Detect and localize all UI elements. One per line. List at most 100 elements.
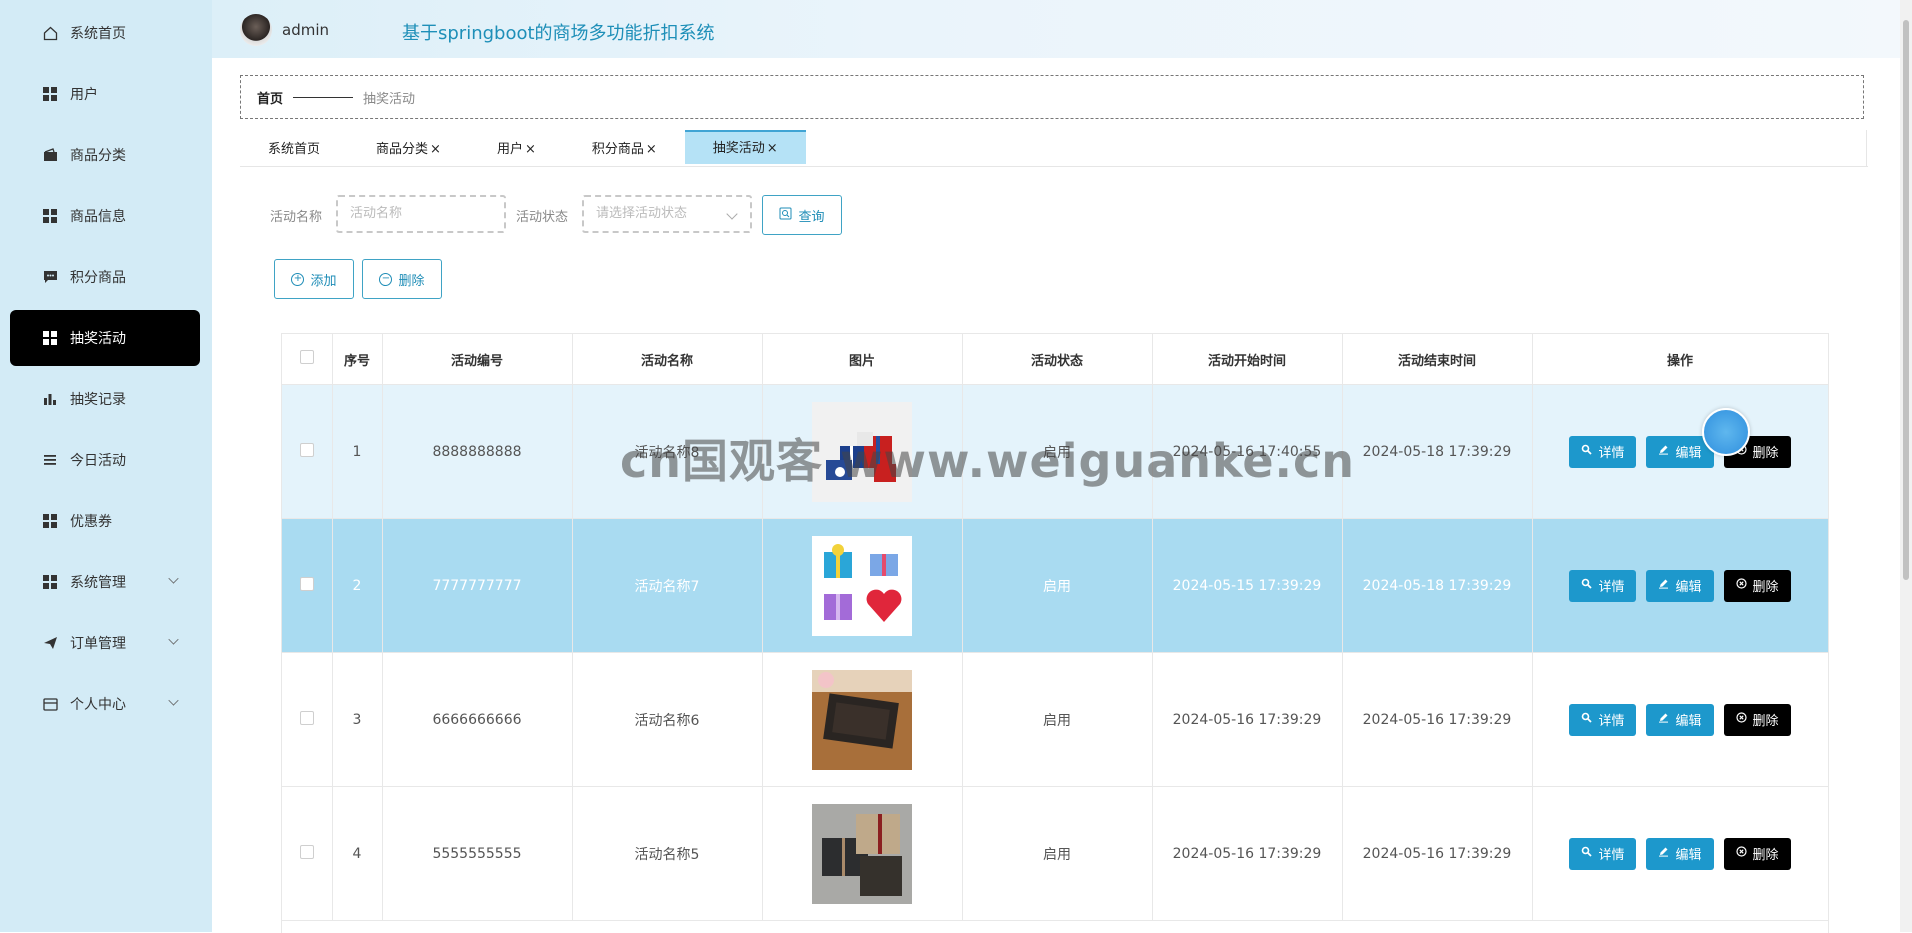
breadcrumb-separator xyxy=(293,96,354,98)
floating-assist-button[interactable] xyxy=(1702,408,1750,456)
tab-bar-edge xyxy=(1866,130,1867,166)
tab-3[interactable]: 用户 × xyxy=(469,130,564,166)
activity-image[interactable] xyxy=(812,803,912,904)
delete-button-label: 删除 xyxy=(398,273,425,289)
sidebar-item-5[interactable]: 积分商品 xyxy=(10,249,200,305)
query-button-label: 查询 xyxy=(798,209,825,225)
column-header: 活动状态 xyxy=(962,334,1153,385)
close-circle-icon xyxy=(1735,578,1747,593)
sidebar-item-label: 商品分类 xyxy=(70,148,126,164)
close-icon[interactable]: × xyxy=(430,142,441,157)
edit-button-label: 编辑 xyxy=(1675,714,1702,729)
sidebar-item-4[interactable]: 商品信息 xyxy=(10,188,200,244)
site-title: 基于springboot的商场多功能折扣系统 xyxy=(402,23,715,44)
edit-button[interactable]: 编辑 xyxy=(1646,837,1714,870)
sidebar-item-10[interactable]: 系统管理 xyxy=(10,554,200,610)
delete-button[interactable]: − 删除 xyxy=(362,259,442,299)
close-circle-icon xyxy=(1735,846,1747,861)
edit-button[interactable]: 编辑 xyxy=(1646,703,1714,736)
row-actions: 详情 编辑 删除 xyxy=(1532,384,1828,519)
row-checkbox[interactable] xyxy=(299,844,314,859)
chevron-down-icon xyxy=(168,695,179,706)
sidebar-item-1[interactable]: 系统首页 xyxy=(10,5,200,61)
sidebar-item-label: 抽奖记录 xyxy=(70,392,126,408)
bar-chart-icon xyxy=(42,391,58,407)
delete-row-button-label: 删除 xyxy=(1752,848,1779,863)
close-icon[interactable]: × xyxy=(646,142,657,157)
sidebar-item-label: 优惠券 xyxy=(70,514,112,530)
tab-label: 系统首页 xyxy=(268,142,321,157)
table-row[interactable]: 3 6666666666 活动名称6 启用 2024-05-16 17:39:29 20… xyxy=(282,652,1828,787)
activity-image[interactable] xyxy=(812,535,912,636)
card-icon xyxy=(42,696,58,712)
row-actions: 详情 编辑 删除 xyxy=(1532,652,1828,787)
sidebar-item-6[interactable]: 抽奖活动 xyxy=(10,310,200,366)
edit-button[interactable]: 编辑 xyxy=(1646,569,1714,602)
tab-2[interactable]: 商品分类 × xyxy=(348,130,469,166)
table-row[interactable]: 2 7777777777 活动名称7 启用 2024-05-15 17:39:29 20… xyxy=(282,518,1828,653)
activity-status-select[interactable]: 请选择活动状态 xyxy=(582,195,752,233)
sidebar-item-12[interactable]: 个人中心 xyxy=(10,676,200,732)
activity-name-input[interactable]: 活动名称 xyxy=(336,195,506,233)
activity-end-time: 2024-05-16 17:39:29 xyxy=(1342,652,1533,787)
delete-row-button[interactable]: 删除 xyxy=(1723,703,1791,736)
avatar[interactable] xyxy=(240,14,272,46)
minus-circle-icon: − xyxy=(379,272,393,286)
detail-button-label: 详情 xyxy=(1598,446,1625,461)
page-scrollbar[interactable] xyxy=(1900,0,1912,932)
activity-start-time: 2024-05-16 17:39:29 xyxy=(1152,652,1343,787)
row-index: 4 xyxy=(332,786,383,921)
activity-image-cell xyxy=(762,652,963,787)
delete-row-button-label: 删除 xyxy=(1752,446,1779,461)
select-all-checkbox[interactable] xyxy=(299,350,314,364)
sidebar-item-label: 用户 xyxy=(70,87,98,103)
column-header: 图片 xyxy=(762,334,963,385)
close-icon[interactable]: × xyxy=(525,142,536,157)
activity-status: 启用 xyxy=(962,786,1153,921)
watermark: cn国观客 www.weiguanke.cn xyxy=(620,434,1356,488)
sidebar-item-label: 订单管理 xyxy=(70,636,126,652)
wallet-icon xyxy=(42,147,58,163)
delete-row-button-label: 删除 xyxy=(1752,714,1779,729)
add-button-label: 添加 xyxy=(310,273,337,289)
sidebar-item-label: 抽奖活动 xyxy=(70,331,126,347)
sidebar-item-8[interactable]: 今日活动 xyxy=(10,432,200,488)
detail-button[interactable]: 详情 xyxy=(1569,837,1637,870)
sidebar-item-3[interactable]: 商品分类 xyxy=(10,127,200,183)
detail-button[interactable]: 详情 xyxy=(1569,569,1637,602)
row-checkbox[interactable] xyxy=(299,576,314,591)
breadcrumb-home[interactable]: 首页 xyxy=(257,88,283,107)
username: admin xyxy=(282,21,329,39)
delete-row-button[interactable]: 删除 xyxy=(1723,837,1791,870)
sidebar-item-7[interactable]: 抽奖记录 xyxy=(10,371,200,427)
edit-button-label: 编辑 xyxy=(1675,580,1702,595)
table-header-row: 序号 活动编号 活动名称 图片 活动状态 活动开始时间 活动结束时间 操作 xyxy=(282,334,1828,385)
tab-1[interactable]: 系统首页 xyxy=(240,130,348,166)
pencil-icon xyxy=(1658,846,1669,861)
table-row[interactable]: 4 5555555555 活动名称5 启用 2024-05-16 17:39:29 20… xyxy=(282,786,1828,921)
activity-image[interactable] xyxy=(812,669,912,770)
sidebar-item-2[interactable]: 用户 xyxy=(10,66,200,122)
row-checkbox[interactable] xyxy=(299,710,314,725)
grid-icon xyxy=(42,86,58,102)
row-select-cell xyxy=(282,384,333,519)
column-header: 序号 xyxy=(332,334,383,385)
sidebar-item-label: 积分商品 xyxy=(70,270,126,286)
scrollbar-thumb[interactable] xyxy=(1903,20,1909,580)
tab-5[interactable]: 抽奖活动 × xyxy=(684,130,806,164)
add-button[interactable]: + 添加 xyxy=(274,259,354,299)
delete-row-button[interactable]: 删除 xyxy=(1723,569,1791,602)
sidebar-item-9[interactable]: 优惠券 xyxy=(10,493,200,549)
close-icon[interactable]: × xyxy=(767,141,778,156)
row-select-cell xyxy=(282,652,333,787)
delete-row-button-label: 删除 xyxy=(1752,580,1779,595)
sidebar-item-11[interactable]: 订单管理 xyxy=(10,615,200,671)
query-button[interactable]: 查询 xyxy=(762,195,842,235)
row-checkbox[interactable] xyxy=(299,442,314,457)
chat-icon xyxy=(42,269,58,285)
detail-button[interactable]: 详情 xyxy=(1569,703,1637,736)
detail-button[interactable]: 详情 xyxy=(1569,435,1637,468)
pencil-icon xyxy=(1658,578,1669,593)
column-header: 活动编号 xyxy=(382,334,573,385)
tab-4[interactable]: 积分商品 × xyxy=(564,130,685,166)
